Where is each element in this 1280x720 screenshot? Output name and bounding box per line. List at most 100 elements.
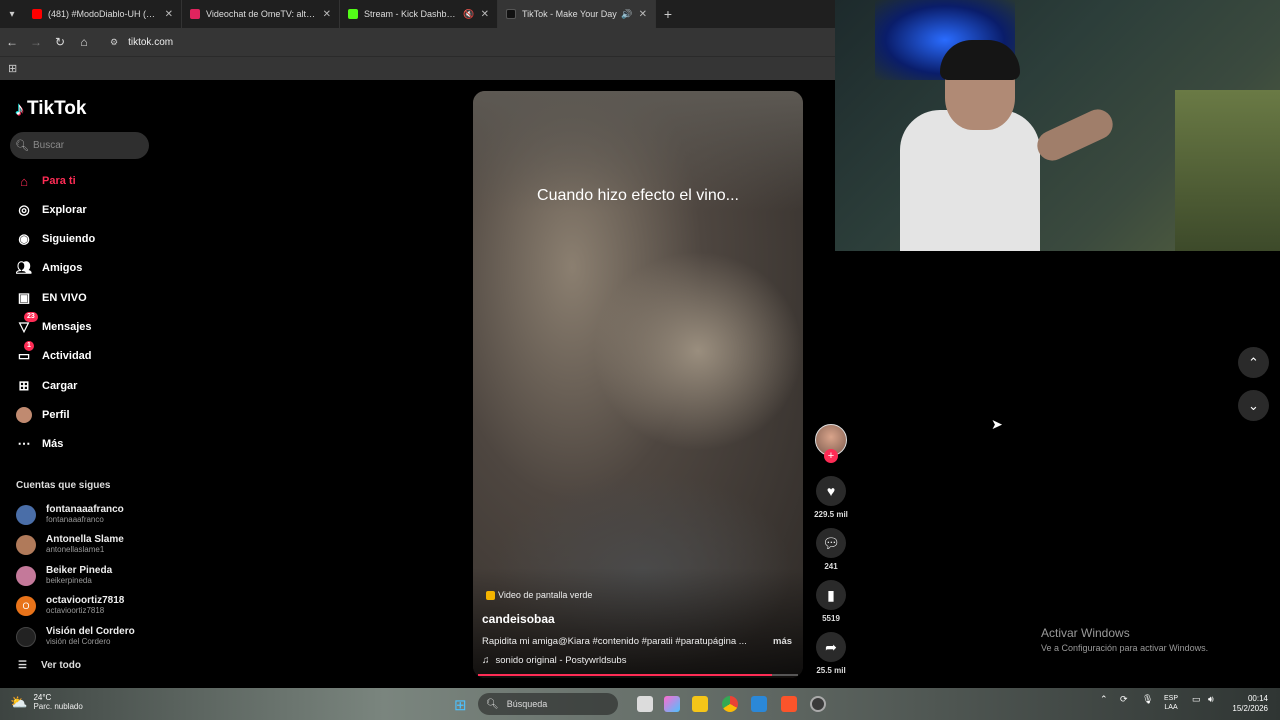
like-button[interactable]: ♥ 229.5 mil xyxy=(811,476,851,519)
close-tab-icon[interactable]: ✕ xyxy=(481,9,489,20)
sidebar-item-perfil[interactable]: Perfil xyxy=(15,404,70,426)
upload-icon: ⊞ xyxy=(18,378,30,393)
ometv-favicon-icon xyxy=(190,9,200,19)
close-tab-icon[interactable]: ✕ xyxy=(323,9,331,20)
back-icon[interactable]: ← xyxy=(0,35,24,49)
tiktok-logo[interactable]: ♪ TikTok xyxy=(15,98,86,120)
sidebar-item-mensajes[interactable]: ▽ 23 Mensajes xyxy=(15,312,92,338)
sidebar-item-label: EN VIVO xyxy=(42,292,87,304)
comment-count: 241 xyxy=(824,562,838,571)
home-icon[interactable]: ⌂ xyxy=(72,35,96,49)
apps-grid-icon[interactable]: ⊞ xyxy=(8,62,17,75)
search-icon: 🔍︎ xyxy=(15,140,29,152)
task-view-icon[interactable] xyxy=(637,696,653,712)
video-progress-bar[interactable] xyxy=(478,674,798,676)
copilot-icon[interactable] xyxy=(664,696,680,712)
close-tab-icon[interactable]: ✕ xyxy=(165,9,173,20)
obs-icon[interactable] xyxy=(810,696,826,712)
video-author[interactable]: candeisobaa xyxy=(482,612,555,626)
tab-search-button[interactable]: ▾ xyxy=(0,0,24,28)
following-account[interactable]: Beiker Pineda beikerpineda xyxy=(16,563,112,589)
next-video-button[interactable]: ⌄ xyxy=(1238,390,1269,421)
sync-icon[interactable]: ⟳ xyxy=(1120,694,1128,705)
tab-youtube[interactable]: (481) #ModoDiablo-UH (Neo P ✕ xyxy=(24,0,182,28)
follow-plus-icon[interactable]: + xyxy=(824,449,838,463)
following-account[interactable]: fontanaaafranco fontanaaafranco xyxy=(16,502,124,528)
volume-icon[interactable]: 🔊︎ xyxy=(1208,694,1214,705)
tab-kick[interactable]: Stream - Kick Dashboard 🔇 ✕ xyxy=(340,0,498,28)
sidebar-item-cargar[interactable]: ⊞ Cargar xyxy=(15,375,78,397)
url-field[interactable]: ⚙ tiktok.com xyxy=(110,37,173,48)
sidebar-item-label: Explorar xyxy=(42,204,87,216)
keyboard-layout: LAA xyxy=(1164,704,1178,711)
windows-start-icon[interactable]: ⊞ xyxy=(454,696,467,714)
friends-icon: 👥︎ xyxy=(15,260,33,275)
comment-icon: 💬︎ xyxy=(816,528,846,558)
sidebar-item-mas[interactable]: ⋯ Más xyxy=(15,433,64,455)
sidebar-item-label: Cargar xyxy=(42,380,78,392)
sound-link[interactable]: ♫ sonido original - Postywrldsubs xyxy=(482,655,626,666)
see-all-label: Ver todo xyxy=(40,660,81,671)
search-input[interactable] xyxy=(32,140,143,151)
close-tab-icon[interactable]: ✕ xyxy=(639,9,647,20)
sidebar-item-actividad[interactable]: ▭ 1 Actividad xyxy=(15,341,92,367)
account-handle: fontanaaafranco xyxy=(46,515,104,524)
sidebar-item-label: Siguiendo xyxy=(42,233,96,245)
music-note-icon: ♫ xyxy=(482,655,490,666)
sidebar-item-en-vivo[interactable]: ▣ EN VIVO xyxy=(15,287,87,309)
profile-icon xyxy=(15,406,33,424)
more-button[interactable]: más xyxy=(773,636,792,647)
new-tab-button[interactable]: + xyxy=(656,6,680,22)
forward-icon[interactable]: → xyxy=(24,35,48,49)
store-icon[interactable] xyxy=(751,696,767,712)
language-indicator[interactable]: ESP LAA xyxy=(1164,694,1178,712)
account-handle: beikerpineda xyxy=(46,576,92,585)
following-account[interactable]: Visión del Cordero visión del Cordero xyxy=(16,624,135,650)
weather-widget[interactable]: ⛅ 24°C Parc. nublado xyxy=(10,693,83,711)
activate-windows-watermark: Activar Windows Ve a Configuración para … xyxy=(1041,626,1208,653)
activity-icon: ▭ 1 xyxy=(15,341,34,365)
site-info-icon[interactable]: ⚙ xyxy=(110,37,118,48)
comment-button[interactable]: 💬︎ 241 xyxy=(811,528,851,571)
file-explorer-icon[interactable] xyxy=(692,696,708,712)
green-screen-tag[interactable]: Video de pantalla verde xyxy=(486,590,592,600)
see-all-button[interactable]: ☰ Ver todo xyxy=(18,660,81,671)
network-icon[interactable]: ▭ xyxy=(1192,694,1201,705)
tray-chevron-up-icon[interactable]: ⌃ xyxy=(1100,694,1108,705)
bookmark-icon: ▮ xyxy=(816,580,846,610)
reload-icon[interactable]: ↻ xyxy=(48,35,72,49)
share-button[interactable]: ➦ 25.5 mil xyxy=(811,632,851,675)
search-box[interactable]: 🔍︎ xyxy=(10,132,149,159)
weather-desc: Parc. nublado xyxy=(33,702,83,711)
sidebar-item-label: Amigos xyxy=(42,262,83,274)
microphone-icon[interactable]: 🎙︎ xyxy=(1142,694,1153,705)
tab-ometv[interactable]: Videochat de OmeTV: alternati ✕ xyxy=(182,0,340,28)
muted-speaker-icon[interactable]: 🔇 xyxy=(463,9,474,20)
save-button[interactable]: ▮ 5519 xyxy=(811,580,851,623)
kick-favicon-icon xyxy=(348,9,358,19)
url-text: tiktok.com xyxy=(128,36,174,48)
tab-title: (481) #ModoDiablo-UH (Neo P xyxy=(48,9,159,19)
brave-icon[interactable] xyxy=(781,696,797,712)
video-player[interactable]: Cuando hizo efecto el vino... Video de p… xyxy=(473,91,803,678)
taskbar-clock[interactable]: 00:14 15/2/2026 xyxy=(1226,694,1268,714)
chevron-up-icon: ⌃ xyxy=(1248,354,1259,370)
following-account[interactable]: Antonella Slame antonellaslame1 xyxy=(16,532,124,558)
sidebar-item-label: Actividad xyxy=(42,350,92,362)
mouse-cursor-icon: ➤ xyxy=(991,416,1003,432)
tab-tiktok[interactable]: TikTok - Make Your Day 🔊 ✕ xyxy=(498,0,656,28)
sidebar-item-siguiendo[interactable]: ◉ Siguiendo xyxy=(15,228,95,250)
following-account[interactable]: O octavioortiz7818 octavioortiz7818 xyxy=(16,593,124,619)
sidebar-item-explorar[interactable]: ◎ Explorar xyxy=(15,199,87,221)
tiktok-favicon-icon xyxy=(506,9,516,19)
sidebar-item-para-ti[interactable]: ⌂ Para ti xyxy=(15,170,76,192)
chrome-icon[interactable] xyxy=(722,696,738,712)
taskbar-search[interactable]: 🔍︎ Búsqueda xyxy=(478,693,618,715)
webcam-overlay xyxy=(835,0,1280,251)
compass-icon: ◎ xyxy=(18,202,30,217)
previous-video-button[interactable]: ⌃ xyxy=(1238,347,1269,378)
live-icon: ▣ xyxy=(17,290,31,305)
speaker-icon[interactable]: 🔊 xyxy=(621,9,632,20)
clock-date: 15/2/2026 xyxy=(1232,704,1268,713)
sidebar-item-amigos[interactable]: 👥︎ Amigos xyxy=(15,257,83,279)
